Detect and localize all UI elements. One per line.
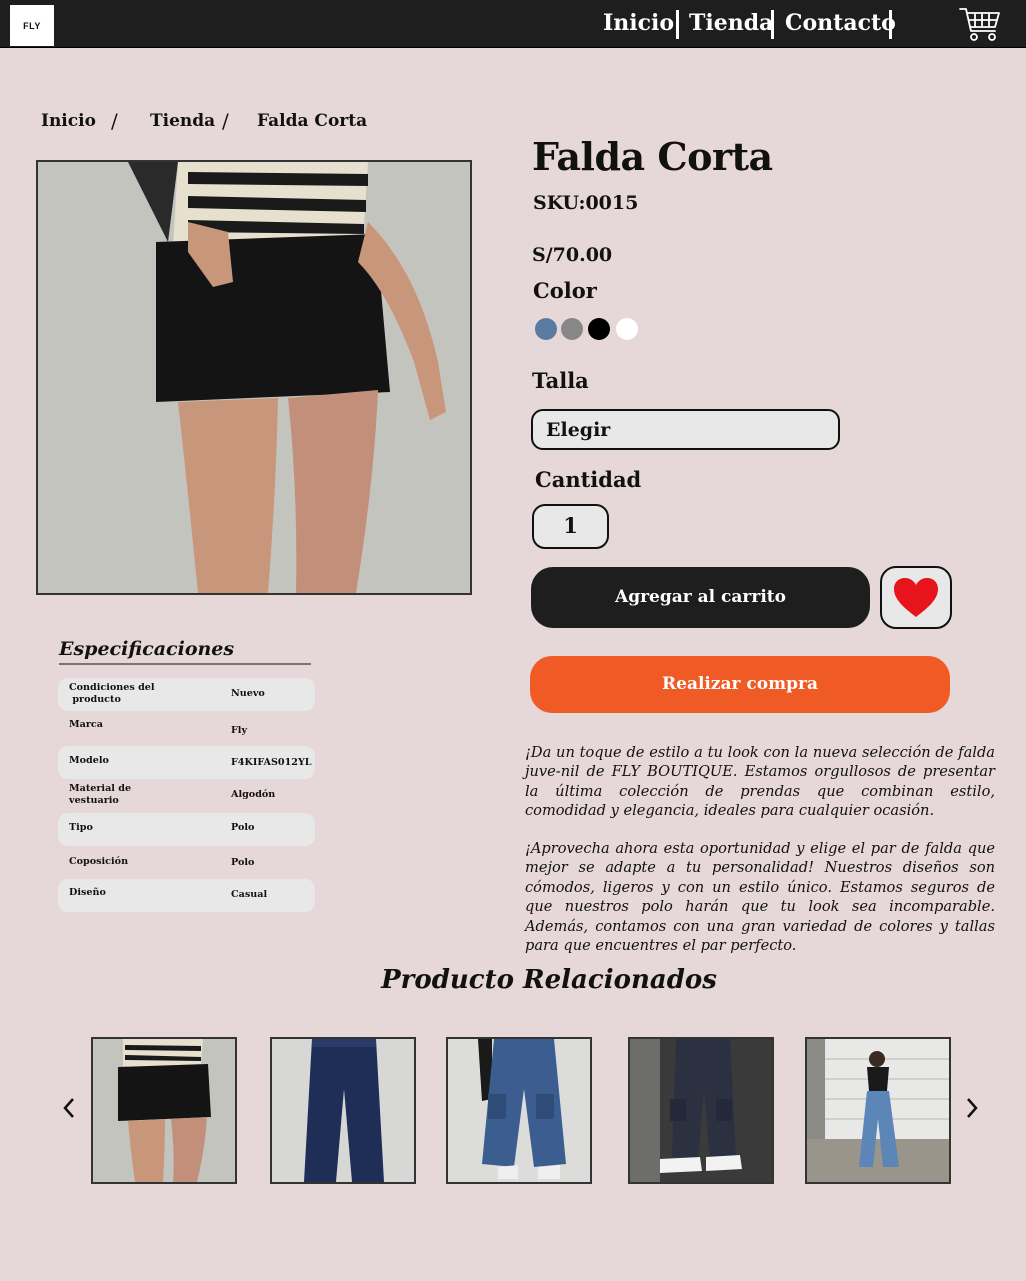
nav-divider	[889, 10, 892, 39]
nav-contacto[interactable]: Contacto	[785, 8, 896, 38]
breadcrumb-separator: /	[222, 109, 229, 133]
product-title: Falda Corta	[532, 134, 773, 179]
size-select[interactable]: Elegir	[531, 409, 840, 450]
chevron-left-icon[interactable]	[61, 1096, 77, 1120]
related-product-card[interactable]	[91, 1037, 237, 1184]
related-products-title: Producto Relacionados	[381, 965, 717, 995]
brand-logo[interactable]: FLY	[10, 5, 54, 46]
spec-key-condition: Condiciones del producto	[69, 682, 155, 705]
top-navbar: FLY Inicio Tienda Contacto	[0, 0, 1026, 48]
nav-divider	[771, 10, 774, 39]
nav-inicio[interactable]: Inicio	[603, 8, 674, 38]
breadcrumb-inicio[interactable]: Inicio	[41, 108, 96, 134]
color-swatch-black[interactable]	[588, 318, 610, 340]
related-product-card[interactable]	[446, 1037, 592, 1184]
color-swatch-gray[interactable]	[561, 318, 583, 340]
breadcrumb-tienda[interactable]: Tienda	[150, 108, 215, 134]
chevron-right-icon[interactable]	[964, 1096, 980, 1120]
spec-value-brand: Fly	[231, 725, 248, 736]
quantity-input[interactable]: 1	[532, 504, 609, 549]
product-price: S/70.00	[532, 244, 613, 266]
product-sku: SKU:0015	[533, 192, 639, 214]
spec-key-material: Material de vestuario	[69, 783, 132, 806]
spec-row	[58, 813, 315, 846]
spec-value-model: F4KIFAS012YL	[231, 757, 312, 768]
breadcrumb-current: Falda Corta	[257, 111, 368, 131]
spec-key-model: Modelo	[69, 755, 109, 766]
size-label: Talla	[532, 368, 589, 393]
spec-value-material: Algodón	[231, 789, 276, 800]
shopping-cart-icon[interactable]	[958, 5, 1002, 43]
spec-key-type: Tipo	[69, 822, 93, 833]
favorite-button[interactable]	[880, 566, 952, 629]
nav-divider	[676, 10, 679, 39]
product-description-1: ¡Da un toque de estilo a tu look con la …	[525, 744, 995, 820]
heart-icon	[894, 577, 938, 617]
spec-key-brand: Marca	[69, 719, 103, 730]
quantity-label: Cantidad	[535, 467, 642, 492]
specifications-divider	[59, 663, 311, 665]
add-to-cart-button[interactable]: Agregar al carrito	[531, 567, 870, 628]
color-label: Color	[533, 278, 597, 303]
spec-value-condition: Nuevo	[231, 688, 265, 699]
related-product-card[interactable]	[270, 1037, 416, 1184]
color-swatch-white[interactable]	[616, 318, 638, 340]
color-swatch-blue[interactable]	[535, 318, 557, 340]
product-description-2: ¡Aprovecha ahora esta oportunidad y elig…	[525, 840, 995, 955]
spec-value-type: Polo	[231, 822, 255, 833]
buy-now-button[interactable]: Realizar compra	[530, 656, 950, 713]
related-product-card[interactable]	[628, 1037, 774, 1184]
product-main-image	[36, 160, 472, 595]
spec-key-composition: Coposición	[69, 856, 129, 867]
related-product-card[interactable]	[805, 1037, 951, 1184]
nav-tienda[interactable]: Tienda	[689, 8, 773, 38]
spec-key-design: Diseño	[69, 887, 106, 898]
breadcrumb-separator: /	[111, 109, 118, 133]
size-select-value: Elegir	[546, 419, 611, 441]
spec-value-design: Casual	[231, 889, 268, 900]
spec-value-composition: Polo	[231, 857, 255, 868]
specifications-title: Especificaciones	[59, 638, 235, 660]
